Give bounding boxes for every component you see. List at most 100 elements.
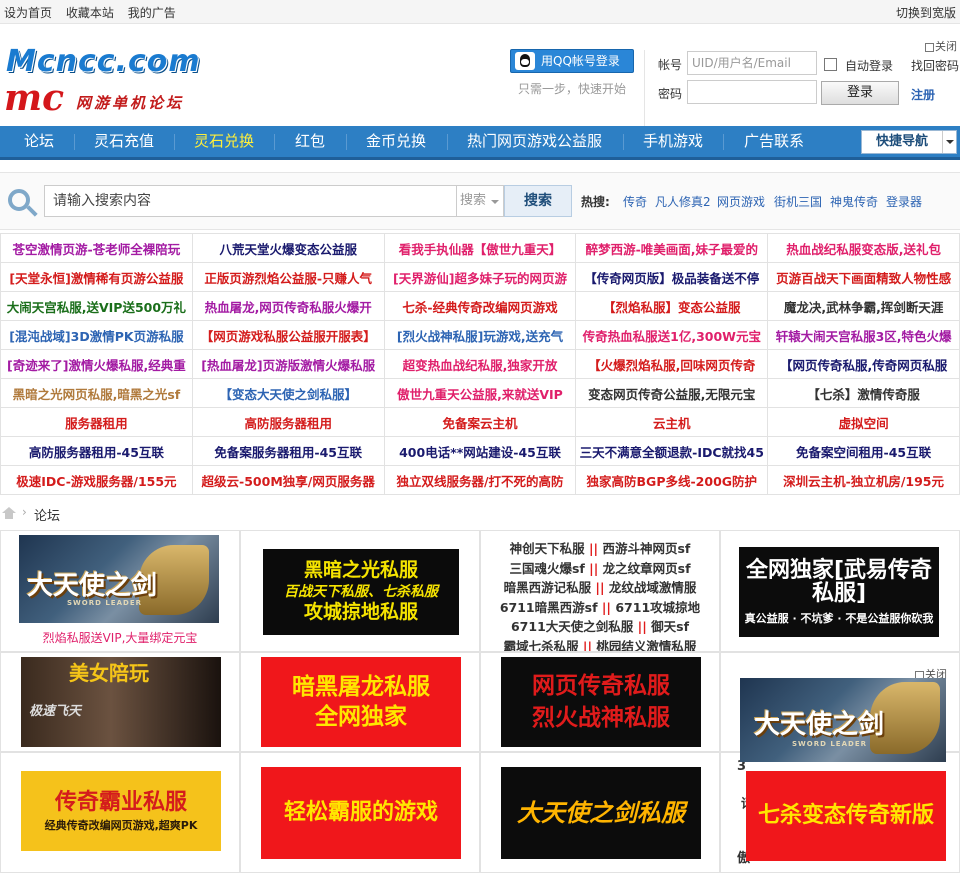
text-ad-link[interactable]: 页游百战天下画面精致人物性感 [767,262,960,292]
home-icon[interactable] [2,507,16,519]
text-ad-link[interactable]: 大闹天宫私服,送VIP送500万礼 [0,291,193,321]
banner-dark-light[interactable]: 黑暗之光私服 百战天下私服、七杀私服 攻城掠地私服 [263,549,459,635]
breadcrumb-forum[interactable]: 论坛 [34,505,60,524]
text-ad-link[interactable]: 【网页游戏私服公益服开服表】 [191,320,385,350]
text-ad-link[interactable]: 云主机 [575,407,769,437]
text-ad-link[interactable]: 变态网页传奇公益服,无限元宝 [575,378,769,408]
text-ad-link[interactable]: 【烈焰私服】变态公益服 [575,291,769,321]
text-ad-link[interactable]: 【变态大天使之剑私服】 [191,378,385,408]
nav-hot-webgames[interactable]: 热门网页游戏公益服 [467,126,602,157]
search-input[interactable]: 请输入搜索内容 [44,185,456,217]
hot-term[interactable]: 登录器 [886,193,922,210]
text-ad-link[interactable]: 独立双线服务器/打不死的高防 [383,465,577,495]
nav-mobile-games[interactable]: 手机游戏 [643,126,703,157]
text-ad-link[interactable]: 传奇热血私服送1亿,300W元宝 [575,320,769,350]
text-ad-link[interactable]: 独家高防BGP多线-200G防护 [575,465,769,495]
server-link[interactable]: 桃园结义激情私服 [596,639,696,652]
login-button[interactable]: 登录 [821,81,899,105]
text-ad-link[interactable]: 高防服务器租用-45互联 [0,436,193,466]
nav-red-packet[interactable]: 红包 [295,126,325,157]
text-ad-link[interactable]: 苍空激情页游-苍老师全裸陪玩 [0,233,193,263]
server-link[interactable]: 6711暗黑西游sf [500,600,598,615]
nav-forum[interactable]: 论坛 [24,126,54,157]
text-ad-link[interactable]: 热血战纪私服变态版,送礼包 [767,233,960,263]
nav-coin-exchange[interactable]: 金币兑换 [366,126,426,157]
password-input[interactable] [687,80,817,104]
banner-caption[interactable]: 烈焰私服送VIP,大量绑定元宝 [1,629,239,646]
text-ad-link[interactable]: 醉梦西游-唯美画面,妹子最爱的 [575,233,769,263]
text-ad-link[interactable]: 极速IDC-游戏服务器/155元 [0,465,193,495]
text-ad-link[interactable]: [奇迹来了]激情火爆私服,经典重 [0,349,193,379]
text-ad-link[interactable]: 免备案服务器租用-45互联 [191,436,385,466]
banner-angel-sword-private[interactable]: 大天使之剑私服 [501,767,701,859]
banner-legend-hegemony[interactable]: 传奇霸业私服 经典传奇改编网页游戏,超爽PK [21,771,221,851]
text-ad-link[interactable]: 服务器租用 [0,407,193,437]
hot-term[interactable]: 街机三国 [774,193,822,210]
text-ad-link[interactable]: 三天不满意全额退款-IDC就找45 [575,436,769,466]
text-ad-link[interactable]: 虚拟空间 [767,407,960,437]
qq-login-button[interactable]: 用QQ帐号登录 [510,49,634,73]
server-link[interactable]: 霸域七杀私服 [504,639,579,652]
server-link[interactable]: 神创天下私服 [510,541,585,556]
search-type-select[interactable]: 搜索 [456,185,504,217]
banner-dark-dragon[interactable]: 暗黑屠龙私服 全网独家 [261,657,461,747]
forgot-password-link[interactable]: 找回密码 [911,57,959,74]
nav-stone-recharge[interactable]: 灵石充值 [94,126,154,157]
text-ad-link[interactable]: 超级云-500M独享/网页服务器 [191,465,385,495]
text-ad-link[interactable]: 【网页传奇私服,传奇网页私服 [767,349,960,379]
my-ads-link[interactable]: 我的广告 [128,6,176,20]
text-ad-link[interactable]: [天堂永恒]激情稀有页游公益服 [0,262,193,292]
text-ad-link[interactable]: 深圳云主机-独立机房/195元 [767,465,960,495]
text-ad-link[interactable]: 高防服务器租用 [191,407,385,437]
text-ad-link[interactable]: [烈火战神私服]玩游戏,送充气 [383,320,577,350]
text-ad-link[interactable]: 轩辕大闹天宫私服3区,特色火爆 [767,320,960,350]
hot-term[interactable]: 凡人修真2 [655,193,711,210]
nav-ad-contact[interactable]: 广告联系 [744,126,804,157]
float-ad-seven-kill[interactable]: 七杀变态传奇新版 [746,771,946,861]
hot-term[interactable]: 神鬼传奇 [830,193,878,210]
text-ad-link[interactable]: [混沌战域]3D激情PK页游私服 [0,320,193,350]
text-ad-link[interactable]: 热血屠龙,网页传奇私服火爆开 [191,291,385,321]
server-link[interactable]: 三国魂火爆sf [509,561,584,576]
server-link[interactable]: 御天sf [651,619,689,634]
server-link[interactable]: 龙纹战域激情服 [609,580,697,595]
text-ad-link[interactable]: 魔龙决,武林争霸,挥剑断天涯 [767,291,960,321]
float-ad-angel-sword[interactable]: 大天使之剑 SWORD LEADER [740,678,946,762]
text-ad-link[interactable]: 【传奇网页版】极品装备送不停 [575,262,769,292]
text-ad-link[interactable]: 正版页游烈焰公益服-只赚人气 [191,262,385,292]
text-ad-link[interactable]: 400电话**网站建设-45互联 [383,436,577,466]
text-ad-link[interactable]: 傲世九重天公益服,来就送VIP [383,378,577,408]
auto-login-checkbox[interactable] [824,58,837,71]
text-ad-link[interactable]: 看我手执仙器【傲世九重天】 [383,233,577,263]
banner-wuyi-legend[interactable]: 全网独家[武易传奇私服] 真公益服 · 不坑爹 · 不是公益服你砍我 [739,547,939,637]
text-ad-link[interactable]: 【火爆烈焰私服,回味网页传奇 [575,349,769,379]
text-ad-link[interactable]: 七杀-经典传奇改编网页游戏 [383,291,577,321]
text-ad-link[interactable]: 免备案云主机 [383,407,577,437]
text-ad-link[interactable]: 免备案空间租用-45互联 [767,436,960,466]
text-ad-link[interactable]: 超变热血战纪私服,独家开放 [383,349,577,379]
text-ad-link[interactable]: [天界游仙]超多妹子玩的网页游 [383,262,577,292]
set-homepage-link[interactable]: 设为首页 [4,6,52,20]
hot-term[interactable]: 传奇 [623,193,647,210]
banner-web-legend[interactable]: 网页传奇私服 烈火战神私服 [501,657,701,747]
site-logo[interactable]: Mcncc.com mc 网游单机论坛 [4,44,214,130]
hot-term[interactable]: 网页游戏 [717,193,765,210]
header-close-button[interactable]: 关闭 [925,38,957,54]
server-link[interactable]: 6711大天使之剑私服 [511,619,633,634]
register-link[interactable]: 注册 [911,86,935,103]
server-link[interactable]: 龙之纹章网页sf [603,561,691,576]
banner-easy-dominate[interactable]: 轻松霸服的游戏 [261,767,461,859]
text-ad-link[interactable]: 八荒天堂火爆变态公益服 [191,233,385,263]
quick-nav-dropdown[interactable]: 快捷导航 [861,130,957,154]
text-ad-link[interactable]: 【七杀】激情传奇服 [767,378,960,408]
text-ad-link[interactable]: 黑暗之光网页私服,暗黑之光sf [0,378,193,408]
server-link[interactable]: 6711攻城掠地 [615,600,700,615]
search-button[interactable]: 搜索 [504,185,572,217]
username-input[interactable] [687,51,817,75]
banner-beauty-companion[interactable]: 美女陪玩 极速飞天 [21,657,221,747]
switch-wide-link[interactable]: 切换到宽版 [896,4,956,21]
banner-angel-sword[interactable]: 大天使之剑 SWORD LEADER [19,535,219,623]
server-link[interactable]: 暗黑西游记私服 [504,580,592,595]
nav-stone-exchange[interactable]: 灵石兑换 [194,126,254,157]
server-link[interactable]: 西游斗神网页sf [602,541,690,556]
